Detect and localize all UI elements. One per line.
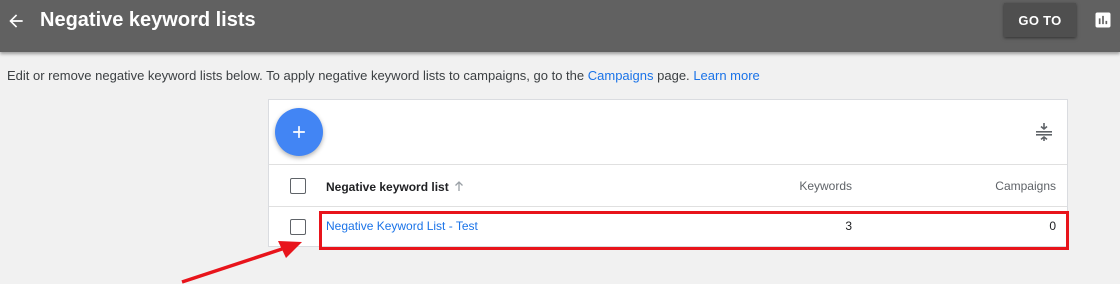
plus-icon xyxy=(293,126,305,138)
sort-arrow-icon[interactable] xyxy=(453,179,465,191)
campaigns-link[interactable]: Campaigns xyxy=(588,68,654,83)
go-to-button[interactable]: GO TO xyxy=(1004,3,1076,37)
header-divider xyxy=(269,206,1067,207)
select-all-checkbox[interactable] xyxy=(290,178,306,194)
column-header-campaigns[interactable]: Campaigns xyxy=(995,179,1056,193)
back-arrow-icon[interactable] xyxy=(4,9,28,33)
info-text-after: page. xyxy=(657,68,690,83)
list-name-link[interactable]: Negative Keyword List - Test xyxy=(326,219,478,233)
density-toggle-icon[interactable] xyxy=(1035,122,1053,142)
campaigns-count: 0 xyxy=(1049,219,1056,233)
reports-icon[interactable] xyxy=(1093,10,1113,30)
add-list-button[interactable] xyxy=(275,108,323,156)
toolbar-divider xyxy=(269,164,1067,165)
keyword-lists-table: Negative keyword list Keywords Campaigns… xyxy=(268,99,1068,247)
info-text: Edit or remove negative keyword lists be… xyxy=(7,68,760,83)
row-checkbox[interactable] xyxy=(290,219,306,235)
keywords-count: 3 xyxy=(845,219,852,233)
learn-more-link[interactable]: Learn more xyxy=(693,68,759,83)
column-header-keywords[interactable]: Keywords xyxy=(799,179,852,193)
info-text-before: Edit or remove negative keyword lists be… xyxy=(7,68,585,83)
page-title: Negative keyword lists xyxy=(40,9,256,31)
column-header-name[interactable]: Negative keyword list xyxy=(326,180,449,194)
top-app-bar: Negative keyword lists GO TO xyxy=(0,0,1120,52)
